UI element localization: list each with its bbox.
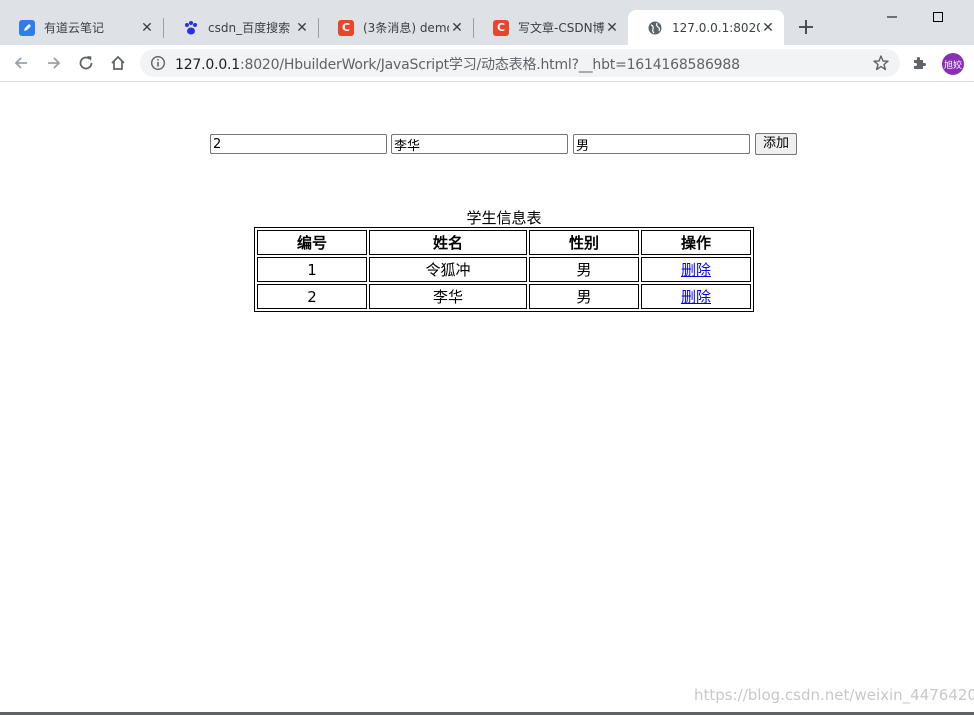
- table-caption: 学生信息表: [466, 209, 542, 227]
- tab-csdn-messages[interactable]: C (3条消息) demo ✕: [319, 10, 473, 45]
- new-tab-button[interactable]: [795, 17, 817, 39]
- url-path: :8020/HbuilderWork/JavaScript学习/动态表格.htm…: [240, 57, 740, 73]
- table-row: 2 李华 男 删除: [257, 284, 751, 309]
- tab-title: (3条消息) demo: [363, 21, 449, 35]
- info-icon[interactable]: [150, 55, 166, 71]
- baidu-paw-icon: [183, 20, 199, 36]
- student-gender-input[interactable]: [573, 134, 750, 154]
- back-button[interactable]: [11, 53, 31, 73]
- youdao-note-icon: [19, 19, 35, 36]
- reload-icon: [79, 56, 93, 70]
- delete-link[interactable]: 删除: [681, 261, 711, 279]
- tab-baidu[interactable]: csdn_百度搜索 ✕: [164, 10, 318, 45]
- delete-link[interactable]: 删除: [681, 288, 711, 306]
- reload-button[interactable]: [76, 53, 96, 73]
- cell-gender: 男: [529, 284, 639, 309]
- close-icon[interactable]: ✕: [139, 20, 155, 36]
- cell-gender: 男: [529, 257, 639, 282]
- tab-title: 127.0.0.1:8020/: [672, 20, 760, 35]
- header-name: 姓名: [369, 230, 527, 255]
- cell-id: 1: [257, 257, 367, 282]
- minimize-button[interactable]: [882, 8, 902, 26]
- close-icon[interactable]: ✕: [449, 20, 465, 36]
- table-row: 1 令狐冲 男 删除: [257, 257, 751, 282]
- cell-action: 删除: [641, 284, 751, 309]
- cell-action: 删除: [641, 257, 751, 282]
- globe-icon: [647, 20, 663, 36]
- student-table: 编号 姓名 性别 操作 1 令狐冲 男 删除 2 李华 男 删除: [254, 227, 754, 312]
- header-action: 操作: [641, 230, 751, 255]
- student-name-input[interactable]: [391, 134, 568, 154]
- tab-csdn-write[interactable]: C 写文章-CSDN博 ✕: [474, 10, 628, 45]
- close-icon[interactable]: ✕: [604, 20, 620, 36]
- header-gender: 性别: [529, 230, 639, 255]
- minimize-icon: [887, 16, 897, 18]
- star-icon[interactable]: [872, 54, 890, 72]
- address-bar[interactable]: 127.0.0.1:8020/HbuilderWork/JavaScript学习…: [140, 49, 900, 77]
- watermark: https://blog.csdn.net/weixin_44764207: [694, 686, 974, 704]
- page-content: 添加 学生信息表 编号 姓名 性别 操作 1 令狐冲 男 删除 2 李华 男: [0, 83, 974, 715]
- maximize-icon: [933, 12, 943, 22]
- plus-icon: [799, 20, 813, 34]
- cell-id: 2: [257, 284, 367, 309]
- tab-title: csdn_百度搜索: [208, 21, 291, 35]
- browser-toolbar: 127.0.0.1:8020/HbuilderWork/JavaScript学习…: [0, 45, 974, 82]
- maximize-button[interactable]: [928, 8, 948, 26]
- student-id-input[interactable]: [210, 134, 387, 154]
- cell-name: 李华: [369, 284, 527, 309]
- arrow-right-icon: [48, 57, 61, 69]
- puzzle-extension-icon[interactable]: [911, 54, 929, 72]
- csdn-c-icon: C: [338, 19, 354, 36]
- tab-strip: 有道云笔记 ✕ csdn_百度搜索 ✕ C (3条消息) demo ✕ C 写文…: [0, 0, 974, 45]
- home-button[interactable]: [108, 53, 128, 73]
- home-icon: [111, 55, 125, 70]
- table-header-row: 编号 姓名 性别 操作: [257, 230, 751, 255]
- avatar[interactable]: 旭姣: [942, 53, 964, 75]
- tab-title: 写文章-CSDN博: [518, 21, 604, 35]
- tab-localhost-active[interactable]: 127.0.0.1:8020/ ✕: [628, 10, 784, 45]
- forward-button[interactable]: [44, 53, 64, 73]
- header-id: 编号: [257, 230, 367, 255]
- url-host: 127.0.0.1: [175, 57, 240, 73]
- add-button[interactable]: 添加: [755, 133, 797, 155]
- csdn-c-icon: C: [493, 19, 509, 36]
- arrow-left-icon: [14, 57, 27, 69]
- close-icon[interactable]: ✕: [294, 20, 310, 36]
- tab-title: 有道云笔记: [44, 21, 105, 35]
- url-text: 127.0.0.1:8020/HbuilderWork/JavaScript学习…: [175, 54, 740, 74]
- tab-youdao[interactable]: 有道云笔记 ✕: [0, 10, 163, 45]
- close-icon[interactable]: ✕: [760, 20, 776, 36]
- cell-name: 令狐冲: [369, 257, 527, 282]
